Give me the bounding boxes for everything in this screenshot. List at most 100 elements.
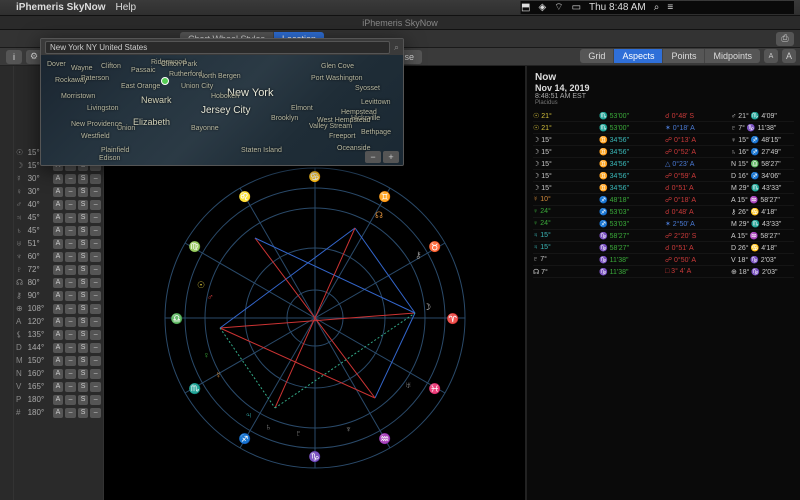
row-a-button[interactable]: A [53, 187, 64, 197]
map-zoom-out-button[interactable]: − [365, 151, 381, 163]
row-dash2-button[interactable]: – [90, 252, 101, 262]
row-a-button[interactable]: A [53, 291, 64, 301]
info-button[interactable]: i [6, 50, 22, 64]
row-s-button[interactable]: S [78, 200, 89, 210]
row-s-button[interactable]: S [78, 174, 89, 184]
row-dash2-button[interactable]: – [90, 200, 101, 210]
row-dash-button[interactable]: – [65, 187, 76, 197]
row-a-button[interactable]: A [53, 369, 64, 379]
row-dash2-button[interactable]: – [90, 317, 101, 327]
row-a-button[interactable]: A [53, 408, 64, 418]
row-dash-button[interactable]: – [65, 343, 76, 353]
row-dash-button[interactable]: – [65, 252, 76, 262]
row-s-button[interactable]: S [78, 382, 89, 392]
print-button[interactable]: ⎙ [776, 32, 794, 46]
row-dash-button[interactable]: – [65, 317, 76, 327]
row-s-button[interactable]: S [78, 369, 89, 379]
row-dash2-button[interactable]: – [90, 174, 101, 184]
row-dash-button[interactable]: – [65, 304, 76, 314]
row-s-button[interactable]: S [78, 187, 89, 197]
font-larger-button[interactable]: A [782, 49, 796, 63]
row-dash2-button[interactable]: – [90, 226, 101, 236]
row-s-button[interactable]: S [78, 252, 89, 262]
row-a-button[interactable]: A [53, 304, 64, 314]
row-s-button[interactable]: S [78, 304, 89, 314]
row-s-button[interactable]: S [78, 356, 89, 366]
search-icon[interactable]: ⌕ [394, 42, 399, 53]
row-dash-button[interactable]: – [65, 291, 76, 301]
row-a-button[interactable]: A [53, 330, 64, 340]
row-dash-button[interactable]: – [65, 226, 76, 236]
row-dash2-button[interactable]: – [90, 369, 101, 379]
row-a-button[interactable]: A [53, 317, 64, 327]
row-s-button[interactable]: S [78, 408, 89, 418]
row-a-button[interactable]: A [53, 382, 64, 392]
right-panel-tabs[interactable]: Grid Aspects Points Midpoints [580, 49, 760, 63]
row-a-button[interactable]: A [53, 265, 64, 275]
row-s-button[interactable]: S [78, 213, 89, 223]
row-s-button[interactable]: S [78, 330, 89, 340]
row-s-button[interactable]: S [78, 395, 89, 405]
row-a-button[interactable]: A [53, 252, 64, 262]
tab-midpoints[interactable]: Midpoints [705, 49, 760, 63]
row-dash-button[interactable]: – [65, 278, 76, 288]
row-dash-button[interactable]: – [65, 382, 76, 392]
row-dash-button[interactable]: – [65, 395, 76, 405]
clock[interactable]: Thu 8:48 AM [589, 2, 646, 13]
row-dash2-button[interactable]: – [90, 304, 101, 314]
row-dash-button[interactable]: – [65, 369, 76, 379]
row-dash2-button[interactable]: – [90, 408, 101, 418]
map-search-input[interactable] [45, 41, 390, 54]
row-a-button[interactable]: A [53, 278, 64, 288]
help-menu[interactable]: Help [115, 2, 136, 13]
row-dash2-button[interactable]: – [90, 239, 101, 249]
map-label-small: East Orange [121, 83, 160, 90]
row-dash-button[interactable]: – [65, 213, 76, 223]
row-a-button[interactable]: A [53, 213, 64, 223]
row-s-button[interactable]: S [78, 291, 89, 301]
row-a-button[interactable]: A [53, 356, 64, 366]
row-dash-button[interactable]: – [65, 200, 76, 210]
menu-icon[interactable]: ≡ [667, 2, 673, 13]
row-a-button[interactable]: A [53, 174, 64, 184]
row-s-button[interactable]: S [78, 317, 89, 327]
wifi-icon[interactable]: ⌔ [554, 1, 563, 14]
row-dash-button[interactable]: – [65, 408, 76, 418]
row-s-button[interactable]: S [78, 343, 89, 353]
row-dash2-button[interactable]: – [90, 343, 101, 353]
tab-aspects[interactable]: Aspects [614, 49, 663, 63]
row-a-button[interactable]: A [53, 395, 64, 405]
row-dash2-button[interactable]: – [90, 395, 101, 405]
row-dash2-button[interactable]: – [90, 213, 101, 223]
row-dash-button[interactable]: – [65, 239, 76, 249]
row-dash-button[interactable]: – [65, 356, 76, 366]
row-dash-button[interactable]: – [65, 174, 76, 184]
app-menu[interactable]: iPhemeris SkyNow [16, 2, 105, 13]
row-dash2-button[interactable]: – [90, 382, 101, 392]
row-dash-button[interactable]: – [65, 265, 76, 275]
battery-icon[interactable]: ▭ [572, 2, 581, 13]
row-dash2-button[interactable]: – [90, 187, 101, 197]
row-a-button[interactable]: A [53, 343, 64, 353]
row-a-button[interactable]: A [53, 226, 64, 236]
row-dash2-button[interactable]: – [90, 291, 101, 301]
row-a-button[interactable]: A [53, 239, 64, 249]
tab-grid[interactable]: Grid [580, 49, 614, 63]
row-dash2-button[interactable]: – [90, 265, 101, 275]
row-dash2-button[interactable]: – [90, 330, 101, 340]
map-area[interactable]: New York Jersey City Newark Elizabeth − … [41, 55, 403, 166]
tab-points[interactable]: Points [663, 49, 705, 63]
row-a-button[interactable]: A [53, 200, 64, 210]
shield-icon[interactable]: ◈ [538, 2, 546, 13]
row-dash2-button[interactable]: – [90, 278, 101, 288]
map-zoom-in-button[interactable]: + [383, 151, 399, 163]
row-s-button[interactable]: S [78, 278, 89, 288]
row-s-button[interactable]: S [78, 265, 89, 275]
row-s-button[interactable]: S [78, 239, 89, 249]
font-smaller-button[interactable]: A [764, 49, 778, 63]
dropbox-icon[interactable]: ⬒ [521, 2, 530, 13]
row-s-button[interactable]: S [78, 226, 89, 236]
row-dash2-button[interactable]: – [90, 356, 101, 366]
search-icon[interactable]: ⌕ [654, 2, 660, 13]
row-dash-button[interactable]: – [65, 330, 76, 340]
